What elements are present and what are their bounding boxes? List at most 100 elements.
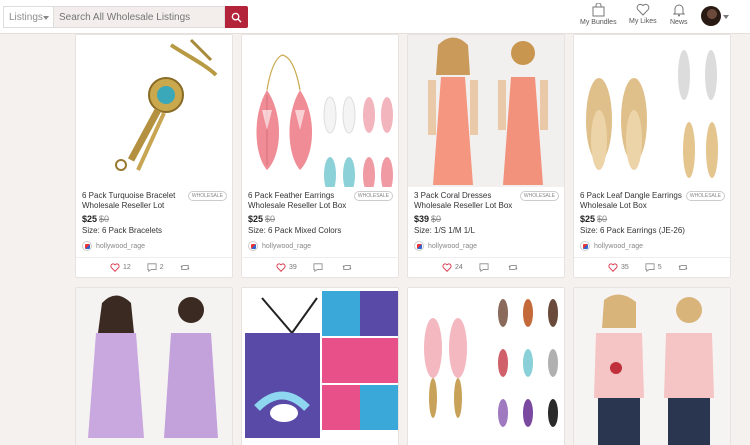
product-image[interactable] — [408, 35, 564, 187]
category-label: Listings — [9, 12, 43, 23]
product-image[interactable] — [408, 288, 564, 445]
wholesale-badge: WHOLESALE — [187, 191, 227, 201]
product-image[interactable] — [242, 288, 398, 445]
bell-icon — [672, 4, 685, 17]
nav-likes-label: My Likes — [629, 18, 657, 25]
seller-link[interactable]: hollywood_rage — [82, 241, 226, 251]
share-button[interactable] — [180, 263, 193, 272]
product-image[interactable] — [574, 288, 730, 445]
nav-news[interactable]: News — [670, 3, 688, 26]
like-count: 12 — [123, 264, 131, 271]
card-actions: 39 — [248, 258, 392, 272]
comment-button[interactable]: 2 — [147, 263, 164, 272]
product-title[interactable]: 6 Pack Turquoise Bracelet Wholesale Rese… — [82, 191, 187, 211]
like-count: 39 — [289, 264, 297, 271]
product-price: $39 $0 — [414, 214, 558, 224]
chevron-down-icon[interactable] — [723, 15, 729, 19]
comment-icon — [479, 263, 489, 272]
share-button[interactable] — [508, 263, 521, 272]
nav-bundles-label: My Bundles — [580, 19, 617, 26]
search-input[interactable] — [53, 6, 225, 28]
price-current: $25 — [248, 214, 264, 224]
product-image[interactable] — [242, 35, 398, 187]
search-icon — [231, 12, 242, 23]
share-icon — [180, 265, 190, 270]
heart-icon — [110, 263, 120, 272]
like-button[interactable]: 12 — [110, 263, 131, 272]
share-icon — [342, 265, 352, 270]
search-button[interactable] — [225, 6, 248, 28]
wholesale-badge: WHOLESALE — [353, 191, 393, 201]
comment-button[interactable]: 5 — [645, 263, 662, 272]
chevron-down-icon — [43, 16, 49, 20]
category-select[interactable]: Listings — [3, 6, 53, 28]
top-header: Listings My Bundles My Likes News — [0, 0, 750, 34]
product-image[interactable] — [574, 35, 730, 187]
nav-bundles[interactable]: My Bundles — [580, 3, 617, 26]
product-image[interactable] — [76, 288, 232, 445]
seller-name: hollywood_rage — [96, 242, 146, 250]
seller-icon — [82, 241, 92, 251]
product-title[interactable]: 6 Pack Feather Earrings Wholesale Resell… — [248, 191, 353, 211]
card-actions: 24 — [414, 258, 558, 272]
comment-icon — [313, 263, 323, 272]
product-card[interactable]: 3 Pack Coral Dresses Wholesale Reseller … — [407, 34, 565, 278]
heart-icon — [608, 263, 618, 272]
card-actions: 12 2 — [82, 258, 226, 272]
nav-likes[interactable]: My Likes — [629, 3, 657, 25]
price-current: $25 — [82, 214, 98, 224]
price-current: $25 — [580, 214, 596, 224]
comment-icon — [147, 263, 157, 272]
seller-icon — [248, 241, 258, 251]
product-card[interactable]: 6 Pack Leaf Dangle Earrings Wholesale Lo… — [573, 34, 731, 278]
product-price: $25 $0 — [580, 214, 724, 224]
heart-icon — [636, 3, 650, 16]
wholesale-badge: WHOLESALE — [519, 191, 559, 201]
product-card[interactable]: 6 Pack Feather Earrings Wholesale Resell… — [241, 34, 399, 278]
seller-name: hollywood_rage — [428, 242, 478, 250]
product-size: Size: 6 Pack Mixed Colors — [248, 226, 342, 235]
like-count: 24 — [455, 264, 463, 271]
share-icon — [508, 265, 518, 270]
product-card[interactable] — [241, 287, 399, 445]
comment-icon — [645, 263, 655, 272]
product-title[interactable]: 3 Pack Coral Dresses Wholesale Reseller … — [414, 191, 519, 211]
share-button[interactable] — [678, 263, 691, 272]
product-card[interactable]: 6 Pack Turquoise Bracelet Wholesale Rese… — [75, 34, 233, 278]
bag-icon — [592, 3, 605, 17]
price-original: $0 — [597, 214, 608, 224]
card-actions: 35 5 — [580, 258, 724, 272]
product-card[interactable] — [75, 287, 233, 445]
product-price: $25 $0 — [82, 214, 226, 224]
like-button[interactable]: 39 — [276, 263, 297, 272]
seller-link[interactable]: hollywood_rage — [580, 241, 724, 251]
product-title[interactable]: 6 Pack Leaf Dangle Earrings Wholesale Lo… — [580, 191, 685, 211]
search-bar: Listings — [3, 6, 248, 28]
heart-icon — [276, 263, 286, 272]
product-price: $25 $0 — [248, 214, 392, 224]
avatar[interactable] — [701, 6, 721, 26]
price-current: $39 — [414, 214, 430, 224]
price-original: $0 — [265, 214, 276, 224]
share-button[interactable] — [342, 263, 355, 272]
product-size: Size: 6 Pack Earrings (JE-26) — [580, 226, 685, 235]
price-original: $0 — [431, 214, 442, 224]
price-original: $0 — [99, 214, 110, 224]
product-size: Size: 6 Pack Bracelets — [82, 226, 163, 235]
heart-icon — [442, 263, 452, 272]
like-count: 35 — [621, 264, 629, 271]
comment-count: 2 — [159, 264, 164, 271]
product-card[interactable] — [407, 287, 565, 445]
nav-news-label: News — [670, 19, 688, 26]
seller-link[interactable]: hollywood_rage — [414, 241, 558, 251]
comment-button[interactable] — [479, 263, 492, 272]
comment-count: 5 — [657, 264, 662, 271]
like-button[interactable]: 35 — [608, 263, 629, 272]
like-button[interactable]: 24 — [442, 263, 463, 272]
product-card[interactable] — [573, 287, 731, 445]
seller-icon — [414, 241, 424, 251]
product-size: Size: 1/S 1/M 1/L — [414, 226, 475, 235]
product-image[interactable] — [76, 35, 232, 187]
seller-link[interactable]: hollywood_rage — [248, 241, 392, 251]
comment-button[interactable] — [313, 263, 326, 272]
